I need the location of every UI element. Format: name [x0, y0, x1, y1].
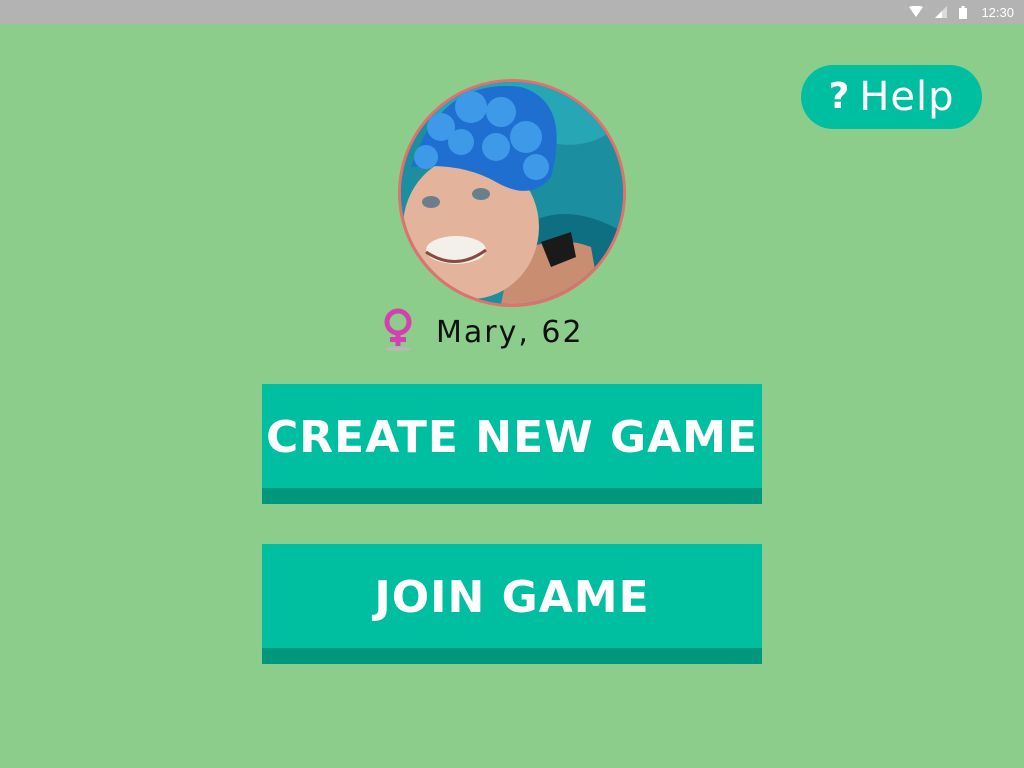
signal-icon: [935, 6, 948, 18]
profile-name: Mary, 62: [436, 314, 584, 350]
battery-icon: [959, 5, 968, 19]
create-new-game-label: CREATE NEW GAME: [266, 411, 758, 463]
profile-line: Mary, 62: [380, 308, 584, 356]
wifi-icon: [909, 6, 924, 18]
avatar-photo: [401, 82, 623, 304]
status-time: 12:30: [981, 4, 1014, 20]
help-label: Help: [859, 74, 955, 120]
create-new-game-button[interactable]: CREATE NEW GAME: [262, 384, 762, 504]
status-bar: 12:30: [0, 0, 1024, 24]
help-button[interactable]: ? Help: [801, 65, 982, 129]
status-icons: 12:30: [909, 0, 1014, 24]
avatar[interactable]: [398, 79, 626, 307]
help-question-icon: ?: [828, 76, 850, 117]
female-symbol-icon: [380, 308, 416, 356]
join-game-label: JOIN GAME: [374, 571, 650, 623]
join-game-button[interactable]: JOIN GAME: [262, 544, 762, 664]
